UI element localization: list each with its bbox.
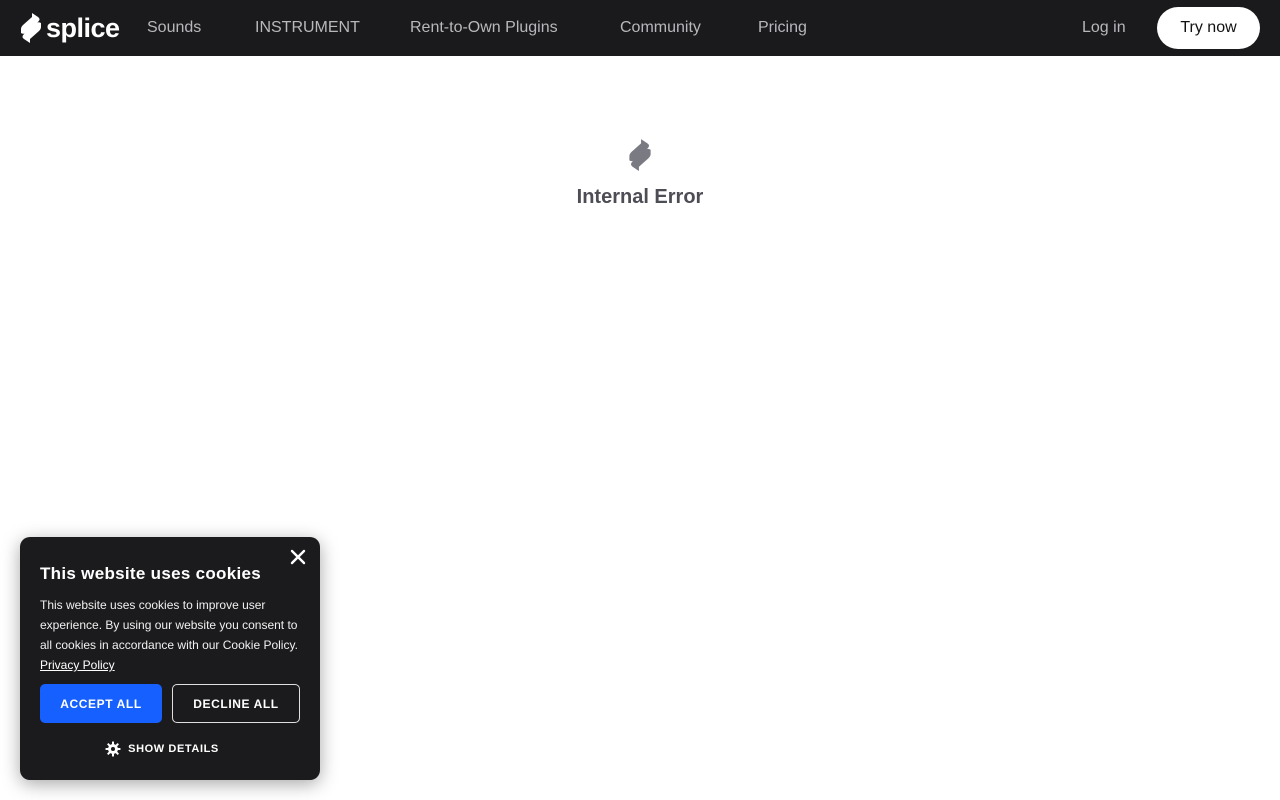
gear-icon — [105, 741, 121, 757]
nav-item-pricing[interactable]: Pricing — [758, 16, 807, 40]
splice-logo-icon — [629, 139, 651, 171]
error-title: Internal Error — [576, 186, 704, 208]
cookie-banner-title: This website uses cookies — [40, 564, 262, 583]
nav-item-rent-to-own-plugins[interactable]: Rent-to-Own Plugins — [410, 16, 558, 40]
nav-item-community[interactable]: Community — [620, 16, 701, 40]
close-icon[interactable] — [288, 547, 308, 567]
nav-item-sounds[interactable]: Sounds — [147, 16, 201, 40]
try-now-button[interactable]: Try now — [1157, 7, 1260, 49]
error-section: Internal Error — [0, 138, 1280, 209]
decline-all-button[interactable]: DECLINE ALL — [172, 684, 300, 723]
cookie-banner: This website uses cookies This website u… — [20, 537, 320, 780]
show-details-label: SHOW DETAILS — [128, 743, 219, 755]
cookie-banner-body: This website uses cookies to improve use… — [40, 598, 298, 652]
login-link[interactable]: Log in — [1082, 16, 1126, 40]
brand-name: splice — [46, 13, 120, 43]
top-navigation-bar: splice Sounds INSTRUMENT Rent-to-Own Plu… — [0, 0, 1280, 56]
splice-logo[interactable]: splice — [20, 12, 120, 44]
privacy-policy-link[interactable]: Privacy Policy — [40, 658, 115, 672]
cookie-banner-text: This website uses cookies to improve use… — [40, 595, 302, 675]
accept-all-button[interactable]: ACCEPT ALL — [40, 684, 162, 723]
show-details-button[interactable]: SHOW DETAILS — [20, 739, 304, 759]
nav-item-instrument[interactable]: INSTRUMENT — [255, 16, 360, 40]
splice-logo-icon — [21, 13, 41, 43]
